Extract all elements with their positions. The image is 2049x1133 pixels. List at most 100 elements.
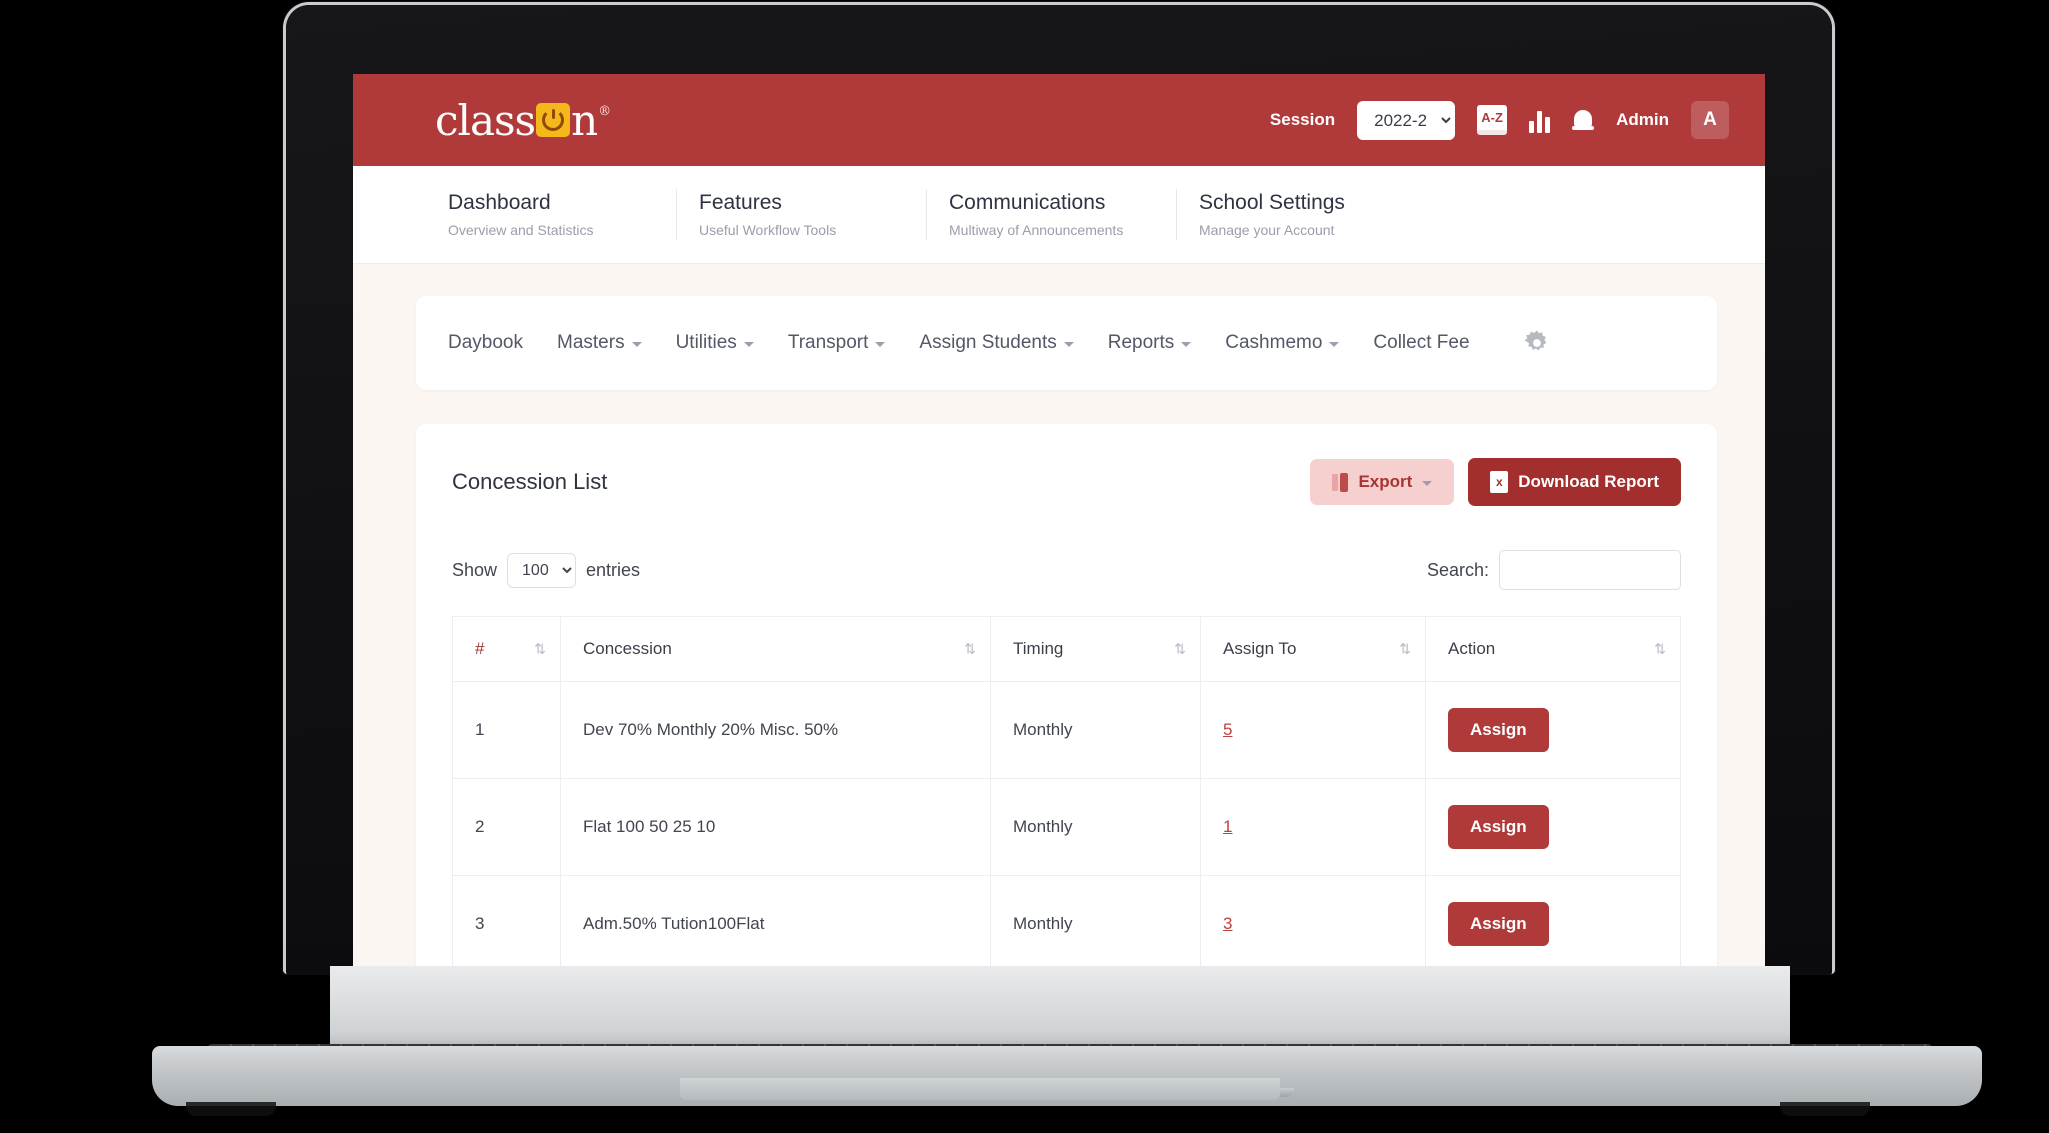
export-button[interactable]: Export: [1310, 459, 1455, 505]
concession-table: # ⇅ Concession ⇅ Timing ⇅ Assign To ⇅ Ac…: [452, 616, 1681, 972]
submenu-item-assign-students[interactable]: Assign Students: [919, 332, 1074, 354]
column-header-timing[interactable]: Timing ⇅: [990, 616, 1201, 682]
export-icon: [1332, 472, 1349, 492]
table-row: 1 Dev 70% Monthly 20% Misc. 50% Monthly …: [452, 681, 1681, 779]
cell-action: Assign: [1425, 778, 1681, 876]
submenu-label: Reports: [1107, 332, 1175, 353]
cell-assign-to: 3: [1200, 875, 1426, 972]
cell-concession: Dev 70% Monthly 20% Misc. 50%: [560, 681, 991, 779]
nav-subtitle: Multiway of Announcements: [949, 222, 1124, 238]
notification-bell-icon[interactable]: [1572, 107, 1595, 133]
submenu-bar: Daybook Masters Utilities Transport Assi…: [416, 296, 1717, 390]
nav-title: Features: [699, 191, 782, 214]
column-label: Assign To: [1223, 639, 1297, 658]
cell-assign-to: 5: [1200, 681, 1426, 779]
sort-icon: ⇅: [1399, 640, 1411, 657]
concession-list-card: Concession List Export x Download Report: [416, 424, 1717, 972]
show-entries-control: Show 100 entries: [452, 552, 641, 588]
download-report-button[interactable]: x Download Report: [1468, 458, 1681, 506]
sort-icon: ⇅: [534, 640, 546, 657]
column-header-assign-to[interactable]: Assign To ⇅: [1200, 616, 1426, 682]
assign-to-link[interactable]: 1: [1223, 817, 1232, 836]
gear-icon[interactable]: [1522, 328, 1552, 358]
logo-text-part1: class: [435, 95, 536, 145]
table-head: # ⇅ Concession ⇅ Timing ⇅ Assign To ⇅ Ac…: [452, 616, 1681, 682]
laptop-foot-left: [186, 1102, 276, 1116]
nav-subtitle: Useful Workflow Tools: [699, 222, 837, 238]
submenu-item-cashmemo[interactable]: Cashmemo: [1225, 332, 1340, 354]
cell-assign-to: 1: [1200, 778, 1426, 876]
app-header: class n ® Session 2022-23 A-Z Admin A: [353, 74, 1765, 166]
search-label: Search:: [1426, 559, 1489, 580]
chevron-down-icon: [1422, 481, 1433, 486]
column-header-concession[interactable]: Concession ⇅: [560, 616, 991, 682]
search-input[interactable]: [1499, 550, 1681, 590]
submenu-label: Utilities: [675, 332, 737, 353]
column-label: Concession: [583, 639, 672, 658]
header-actions: Session 2022-23 A-Z Admin A: [1269, 100, 1729, 140]
chevron-down-icon: [1329, 342, 1340, 347]
submenu-item-reports[interactable]: Reports: [1108, 332, 1192, 354]
card-action-buttons: Export x Download Report: [1310, 458, 1681, 506]
submenu-label: Daybook: [448, 332, 523, 353]
excel-file-icon: x: [1490, 471, 1509, 493]
nav-title: Communications: [949, 191, 1106, 214]
nav-item-dashboard[interactable]: Dashboard Overview and Statistics: [448, 189, 676, 240]
chevron-down-icon: [875, 342, 886, 347]
nav-item-features[interactable]: Features Useful Workflow Tools: [676, 189, 926, 240]
session-select[interactable]: 2022-23: [1357, 100, 1456, 140]
logo-text-part2: n: [571, 95, 598, 145]
nav-title: School Settings: [1199, 191, 1345, 214]
laptop-trackpad: [680, 1078, 1280, 1100]
laptop-foot-right: [1780, 1102, 1870, 1116]
assign-button[interactable]: Assign: [1448, 708, 1549, 752]
main-nav: Dashboard Overview and Statistics Featur…: [353, 166, 1765, 264]
submenu-label: Assign Students: [919, 332, 1057, 353]
cell-concession: Adm.50% Tution100Flat: [560, 875, 991, 972]
assign-to-link[interactable]: 3: [1223, 914, 1232, 933]
assign-button[interactable]: Assign: [1448, 902, 1549, 946]
nav-title: Dashboard: [448, 191, 551, 214]
submenu-item-utilities[interactable]: Utilities: [676, 332, 754, 354]
page-title: Concession List: [452, 469, 608, 494]
card-header: Concession List Export x Download Report: [452, 458, 1681, 506]
export-button-label: Export: [1358, 472, 1413, 491]
chevron-down-icon: [1181, 342, 1192, 347]
entries-select[interactable]: 100: [507, 552, 577, 588]
admin-label: Admin: [1616, 110, 1669, 129]
chevron-down-icon: [631, 342, 642, 347]
column-header-index[interactable]: # ⇅: [452, 616, 561, 682]
column-header-action[interactable]: Action ⇅: [1425, 616, 1681, 682]
submenu-label: Cashmemo: [1225, 332, 1323, 353]
chevron-down-icon: [1063, 342, 1074, 347]
sort-icon: ⇅: [964, 640, 976, 657]
cell-timing: Monthly: [990, 875, 1201, 972]
submenu-item-masters[interactable]: Masters: [557, 332, 642, 354]
submenu-label: Collect Fee: [1373, 332, 1470, 353]
bar-chart-icon-glyph: [1529, 107, 1551, 133]
cell-index: 1: [452, 681, 561, 779]
screenshot-stage: class n ® Session 2022-23 A-Z Admin A Da…: [0, 0, 2049, 1133]
cell-timing: Monthly: [990, 681, 1201, 779]
submenu-item-collect-fee[interactable]: Collect Fee: [1373, 332, 1469, 354]
column-label: Action: [1448, 639, 1496, 658]
avatar[interactable]: A: [1691, 101, 1729, 139]
session-label: Session: [1269, 110, 1336, 129]
nav-item-school-settings[interactable]: School Settings Manage your Account: [1176, 189, 1426, 240]
table-row: 2 Flat 100 50 25 10 Monthly 1 Assign: [452, 778, 1681, 876]
classon-logo[interactable]: class n ®: [435, 95, 611, 145]
nav-item-communications[interactable]: Communications Multiway of Announcements: [926, 189, 1176, 240]
dictionary-az-icon[interactable]: A-Z: [1477, 105, 1508, 135]
submenu-item-transport[interactable]: Transport: [788, 332, 886, 354]
assign-button[interactable]: Assign: [1448, 805, 1549, 849]
cell-timing: Monthly: [990, 778, 1201, 876]
cell-index: 2: [452, 778, 561, 876]
sort-icon: ⇅: [1174, 640, 1186, 657]
cell-action: Assign: [1425, 681, 1681, 779]
submenu-label: Masters: [557, 332, 625, 353]
cell-action: Assign: [1425, 875, 1681, 972]
submenu-item-daybook[interactable]: Daybook: [448, 332, 523, 354]
entries-label: entries: [586, 559, 641, 580]
bar-chart-icon[interactable]: [1529, 107, 1551, 133]
assign-to-link[interactable]: 5: [1223, 720, 1232, 739]
